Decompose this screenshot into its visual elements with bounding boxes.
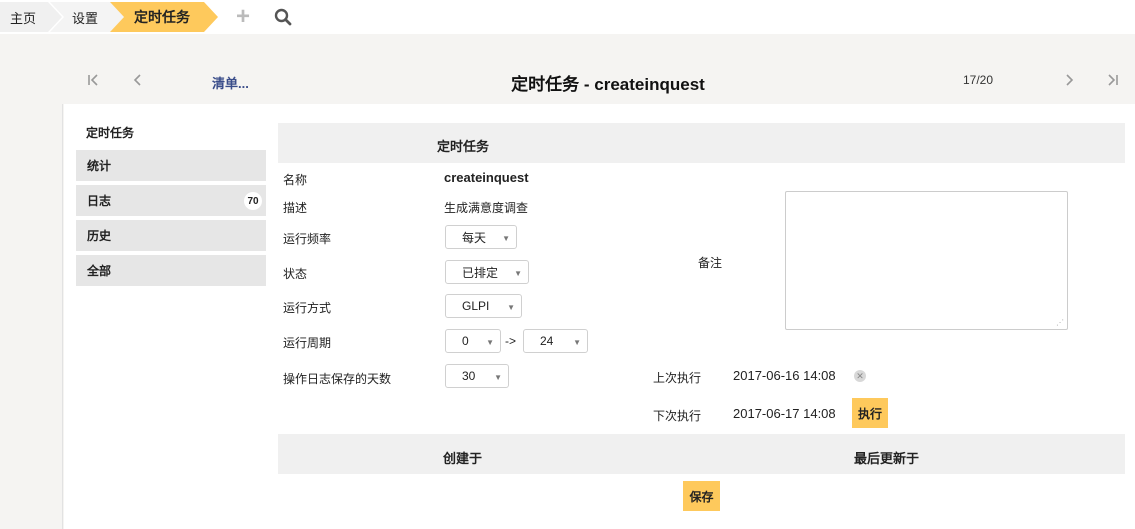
period-arrow: -> — [505, 334, 517, 348]
period-end-value: 24 — [540, 334, 554, 348]
execute-button[interactable]: 执行 — [852, 398, 888, 428]
next-record-icon[interactable] — [1059, 70, 1079, 90]
breadcrumb-settings-label: 设置 — [72, 10, 99, 26]
tabs-title: 定时任务 — [86, 126, 135, 140]
chevron-down-icon: ▼ — [514, 269, 522, 278]
breadcrumb-home-label: 主页 — [10, 10, 37, 26]
frequency-select[interactable]: 每天 ▼ — [445, 225, 517, 249]
notes-textarea[interactable]: ⋰ — [785, 191, 1068, 330]
run-period-label: 运行周期 — [283, 336, 332, 350]
last-run-value: 2017-06-16 14:08 — [733, 368, 836, 383]
save-button[interactable]: 保存 — [683, 481, 720, 511]
clear-icon[interactable]: ✕ — [854, 370, 866, 382]
created-label: 创建于 — [443, 451, 483, 466]
description-value: 生成满意度调查 — [444, 201, 529, 215]
next-run-value: 2017-06-17 14:08 — [733, 406, 836, 421]
tab-all[interactable]: 全部 — [76, 255, 266, 286]
name-label: 名称 — [283, 173, 308, 187]
main-panel: 定时任务 统计 日志 70 历史 全部 定时任务 名称 createinquest… — [64, 104, 1135, 529]
status-value: 已排定 — [462, 265, 499, 280]
status-label: 状态 — [283, 267, 308, 281]
run-mode-value: GLPI — [462, 299, 490, 313]
search-icon[interactable] — [272, 6, 294, 28]
record-counter: 17/20 — [963, 73, 994, 87]
notes-label: 备注 — [698, 256, 723, 270]
updated-label: 最后更新于 — [854, 451, 920, 466]
status-select[interactable]: 已排定 ▼ — [445, 260, 529, 284]
left-gutter — [0, 104, 63, 529]
run-mode-select[interactable]: GLPI ▼ — [445, 294, 522, 318]
frequency-value: 每天 — [462, 230, 487, 245]
chevron-down-icon: ▼ — [494, 373, 502, 382]
last-run-label: 上次执行 — [653, 371, 702, 385]
period-start-select[interactable]: 0 ▼ — [445, 329, 501, 353]
last-record-icon[interactable] — [1103, 70, 1123, 90]
period-end-select[interactable]: 24 ▼ — [523, 329, 588, 353]
resize-grip-icon[interactable]: ⋰ — [1056, 318, 1064, 327]
record-navigation: 清单... 定时任务 - createinquest 17/20 — [63, 56, 1135, 104]
add-icon[interactable]: + — [232, 5, 254, 29]
breadcrumb-home[interactable]: 主页 — [0, 2, 62, 32]
description-label: 描述 — [283, 201, 308, 215]
breadcrumb-current[interactable]: 定时任务 — [110, 2, 218, 32]
chevron-down-icon: ▼ — [507, 303, 515, 312]
count-badge: 70 — [244, 192, 262, 210]
log-days-value: 30 — [462, 369, 476, 383]
form-section-header: 定时任务 — [278, 123, 1125, 163]
top-breadcrumb-bar: 主页 设置 定时任务 + — [0, 0, 1135, 34]
name-value: createinquest — [444, 170, 529, 185]
timestamps-header: 创建于 最后更新于 — [278, 434, 1125, 474]
tab-label: 日志 — [87, 194, 112, 208]
tab-label: 全部 — [87, 264, 112, 278]
tab-label: 历史 — [87, 229, 112, 243]
chevron-down-icon: ▼ — [502, 234, 510, 243]
period-start-value: 0 — [462, 334, 469, 348]
section-title: 定时任务 — [437, 139, 490, 154]
frequency-label: 运行频率 — [283, 232, 332, 246]
breadcrumb-current-label: 定时任务 — [134, 9, 190, 25]
log-days-select[interactable]: 30 ▼ — [445, 364, 509, 388]
tab-statistics[interactable]: 统计 — [76, 150, 266, 181]
log-days-label: 操作日志保存的天数 — [283, 372, 392, 386]
chevron-down-icon: ▼ — [486, 338, 494, 347]
tab-logs[interactable]: 日志 70 — [76, 185, 266, 216]
tab-label: 统计 — [87, 159, 112, 173]
run-mode-label: 运行方式 — [283, 301, 332, 315]
chevron-down-icon: ▼ — [573, 338, 581, 347]
tab-history[interactable]: 历史 — [76, 220, 266, 251]
next-run-label: 下次执行 — [653, 409, 702, 423]
